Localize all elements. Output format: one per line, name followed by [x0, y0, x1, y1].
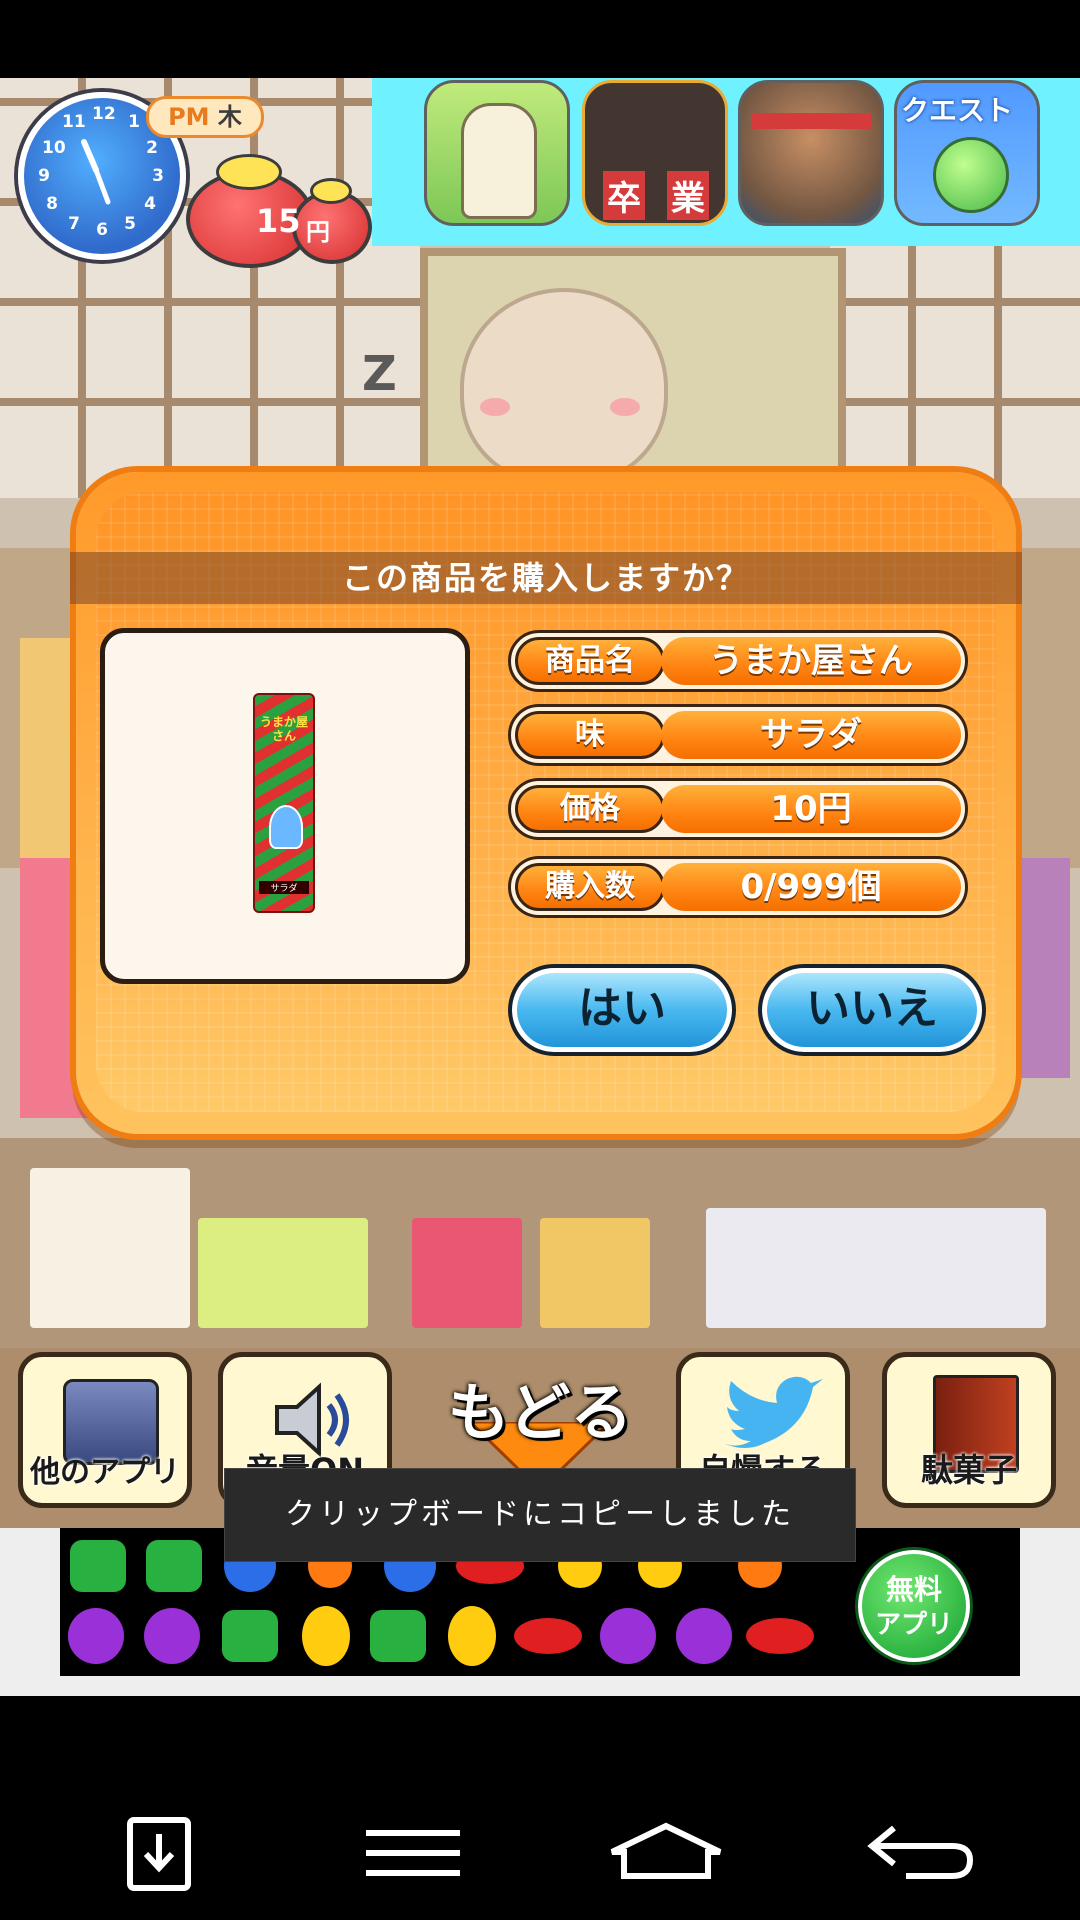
field-flavor: 味 サラダ: [508, 704, 968, 766]
no-button[interactable]: いいえ: [758, 964, 986, 1056]
free-app-text-2: アプリ: [874, 1610, 953, 1640]
back-button[interactable]: もどる: [430, 1362, 650, 1492]
package-brand-text: うまか屋さん: [259, 715, 308, 743]
product-image-frame: うまか屋さん サラダ: [100, 628, 470, 984]
field-label: 商品名: [515, 637, 665, 685]
dagashi-button[interactable]: 駄菓子: [882, 1352, 1056, 1508]
field-product-name: 商品名 うまか屋さん: [508, 630, 968, 692]
product-package: うまか屋さん サラダ: [253, 693, 315, 913]
field-label: 味: [515, 711, 665, 759]
other-apps-button[interactable]: 他のアプリ: [18, 1352, 192, 1508]
ad-margin: [0, 1528, 60, 1696]
field-value: 10円: [661, 785, 961, 833]
dagashi-label: 駄菓子: [920, 1451, 1017, 1489]
package-flavor-text: サラダ: [259, 881, 309, 894]
yes-button[interactable]: はい: [508, 964, 736, 1056]
dialog-title-bar: この商品を購入しますか？: [70, 552, 1022, 604]
back-icon[interactable]: [866, 1822, 976, 1880]
home-icon[interactable]: [608, 1822, 724, 1880]
download-icon[interactable]: [126, 1816, 192, 1892]
free-app-badge[interactable]: 無料 アプリ: [858, 1550, 970, 1662]
field-quantity[interactable]: 購入数 0/999個: [508, 856, 968, 918]
purchase-dialog: この商品を購入しますか？ うまか屋さん サラダ 商品名 うまか屋さん 味 サラダ…: [70, 472, 1022, 1134]
status-bar: [0, 0, 1080, 78]
package-character: [269, 805, 303, 849]
other-apps-label: 他のアプリ: [30, 1455, 180, 1490]
field-value[interactable]: 0/999個: [661, 863, 961, 911]
field-price: 価格 10円: [508, 778, 968, 840]
field-label: 購入数: [515, 863, 665, 911]
back-label: もどる: [447, 1376, 633, 1449]
ad-margin: [0, 1676, 1080, 1696]
ad-margin: [1020, 1528, 1080, 1696]
free-app-text-1: 無料: [885, 1573, 942, 1606]
toast-message: クリップボードにコピーしました: [224, 1468, 856, 1562]
field-value: サラダ: [661, 711, 961, 759]
field-value: うまか屋さん: [661, 637, 961, 685]
dialog-title: この商品を購入しますか？: [341, 559, 750, 597]
menu-icon[interactable]: [366, 1830, 460, 1876]
field-label: 価格: [515, 785, 665, 833]
